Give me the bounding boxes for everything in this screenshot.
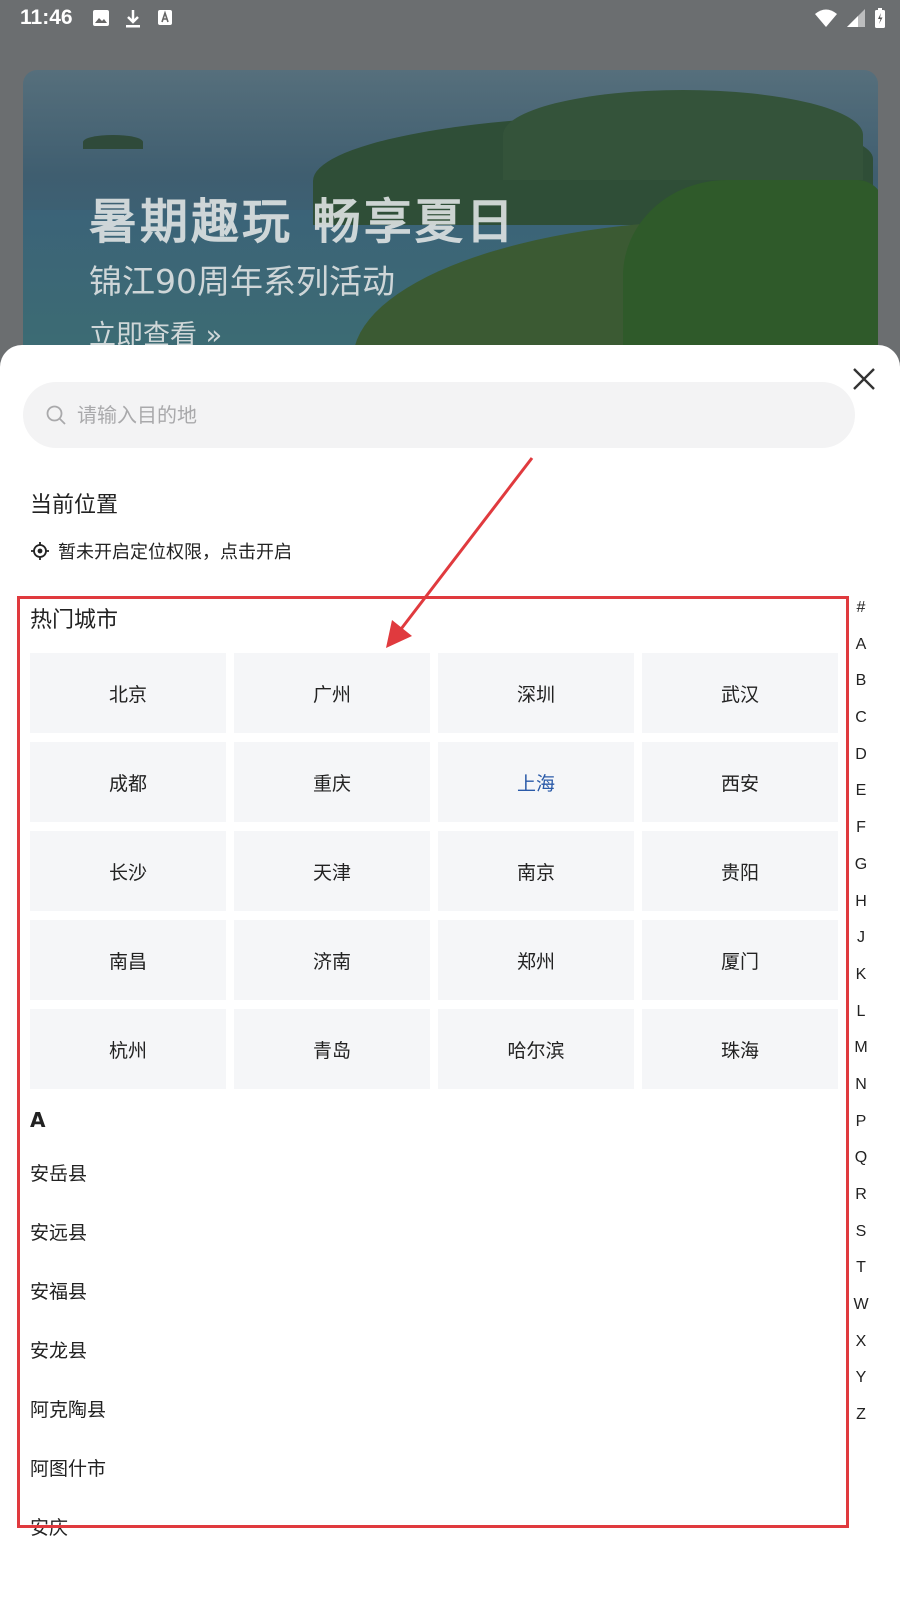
hot-city-button[interactable]: 长沙 — [30, 831, 226, 911]
index-letter[interactable]: W — [846, 1287, 876, 1324]
status-time: 11:46 — [20, 6, 73, 29]
index-letter[interactable]: X — [846, 1324, 876, 1361]
index-letter[interactable]: K — [846, 957, 876, 994]
image-icon — [93, 10, 109, 26]
hot-city-button[interactable]: 广州 — [234, 653, 430, 733]
index-letter[interactable]: J — [846, 920, 876, 957]
hot-city-button[interactable]: 珠海 — [642, 1009, 838, 1089]
promo-banner[interactable]: 暑期趣玩 畅享夏日 锦江90周年系列活动 立即查看 » — [23, 70, 878, 370]
hot-city-button-selected[interactable]: 上海 — [438, 742, 634, 822]
city-list-item[interactable]: 安龙县 — [30, 1320, 106, 1379]
hot-city-button[interactable]: 成都 — [30, 742, 226, 822]
download-icon — [126, 10, 140, 28]
index-letter[interactable]: R — [846, 1177, 876, 1214]
hot-cities-grid: 北京 广州 深圳 武汉 成都 重庆 上海 西安 长沙 天津 南京 贵阳 南昌 济… — [30, 653, 856, 1089]
search-icon — [46, 405, 66, 425]
index-letter[interactable]: Y — [846, 1360, 876, 1397]
hot-city-button[interactable]: 郑州 — [438, 920, 634, 1000]
index-letter[interactable]: # — [846, 590, 876, 627]
index-letter[interactable]: D — [846, 737, 876, 774]
hot-city-button[interactable]: 贵阳 — [642, 831, 838, 911]
banner-islet — [83, 135, 143, 149]
city-list-item[interactable]: 安远县 — [30, 1202, 106, 1261]
text-notification-icon — [158, 10, 172, 25]
destination-sheet: 当前位置 暂未开启定位权限，点击开启 热门城市 北京 广州 深圳 武汉 成都 重… — [0, 345, 900, 1600]
signal-icon — [847, 9, 865, 27]
close-icon[interactable] — [848, 363, 880, 395]
city-list-item[interactable]: 安岳县 — [30, 1143, 106, 1202]
hot-city-button[interactable]: 南京 — [438, 831, 634, 911]
search-bar[interactable] — [23, 382, 855, 448]
hot-city-button[interactable]: 哈尔滨 — [438, 1009, 634, 1089]
index-letter[interactable]: Z — [846, 1397, 876, 1434]
city-group-letter: A — [30, 1108, 46, 1132]
index-letter[interactable]: T — [846, 1250, 876, 1287]
banner-trees — [623, 180, 878, 370]
banner-hill — [503, 90, 863, 180]
index-letter[interactable]: B — [846, 663, 876, 700]
city-list: 安岳县 安远县 安福县 安龙县 阿克陶县 阿图什市 安庆 — [30, 1143, 106, 1556]
city-list-item[interactable]: 阿克陶县 — [30, 1379, 106, 1438]
city-list-item[interactable]: 阿图什市 — [30, 1438, 106, 1497]
hot-city-button[interactable]: 重庆 — [234, 742, 430, 822]
index-letter[interactable]: C — [846, 700, 876, 737]
alphabet-index: # A B C D E F G H J K L M N P Q R S T W … — [846, 590, 876, 1434]
index-letter[interactable]: P — [846, 1104, 876, 1141]
enable-location-row[interactable]: 暂未开启定位权限，点击开启 — [30, 538, 292, 564]
banner-subtitle: 锦江90周年系列活动 — [89, 262, 395, 301]
hot-city-button[interactable]: 深圳 — [438, 653, 634, 733]
current-location-title: 当前位置 — [30, 493, 119, 518]
hot-city-button[interactable]: 西安 — [642, 742, 838, 822]
wifi-icon — [815, 9, 837, 27]
hot-city-button[interactable]: 南昌 — [30, 920, 226, 1000]
city-list-item[interactable]: 安福县 — [30, 1261, 106, 1320]
hot-city-button[interactable]: 北京 — [30, 653, 226, 733]
battery-icon — [875, 8, 885, 28]
index-letter[interactable]: S — [846, 1214, 876, 1251]
banner-title: 暑期趣玩 畅享夏日 — [89, 194, 517, 250]
hot-cities-title: 热门城市 — [30, 608, 119, 633]
hot-city-button[interactable]: 武汉 — [642, 653, 838, 733]
city-list-item[interactable]: 安庆 — [30, 1497, 106, 1556]
index-letter[interactable]: L — [846, 994, 876, 1031]
index-letter[interactable]: G — [846, 847, 876, 884]
hot-city-button[interactable]: 天津 — [234, 831, 430, 911]
index-letter[interactable]: E — [846, 773, 876, 810]
index-letter[interactable]: A — [846, 627, 876, 664]
status-bar: 11:46 — [0, 0, 900, 36]
index-letter[interactable]: M — [846, 1030, 876, 1067]
hot-city-button[interactable]: 厦门 — [642, 920, 838, 1000]
index-letter[interactable]: Q — [846, 1140, 876, 1177]
location-target-icon — [31, 542, 49, 560]
hot-city-button[interactable]: 济南 — [234, 920, 430, 1000]
search-input[interactable] — [75, 402, 779, 428]
index-letter[interactable]: N — [846, 1067, 876, 1104]
index-letter[interactable]: F — [846, 810, 876, 847]
index-letter[interactable]: H — [846, 884, 876, 921]
hot-city-button[interactable]: 杭州 — [30, 1009, 226, 1089]
location-permission-text: 暂未开启定位权限，点击开启 — [58, 542, 292, 563]
hot-city-button[interactable]: 青岛 — [234, 1009, 430, 1089]
